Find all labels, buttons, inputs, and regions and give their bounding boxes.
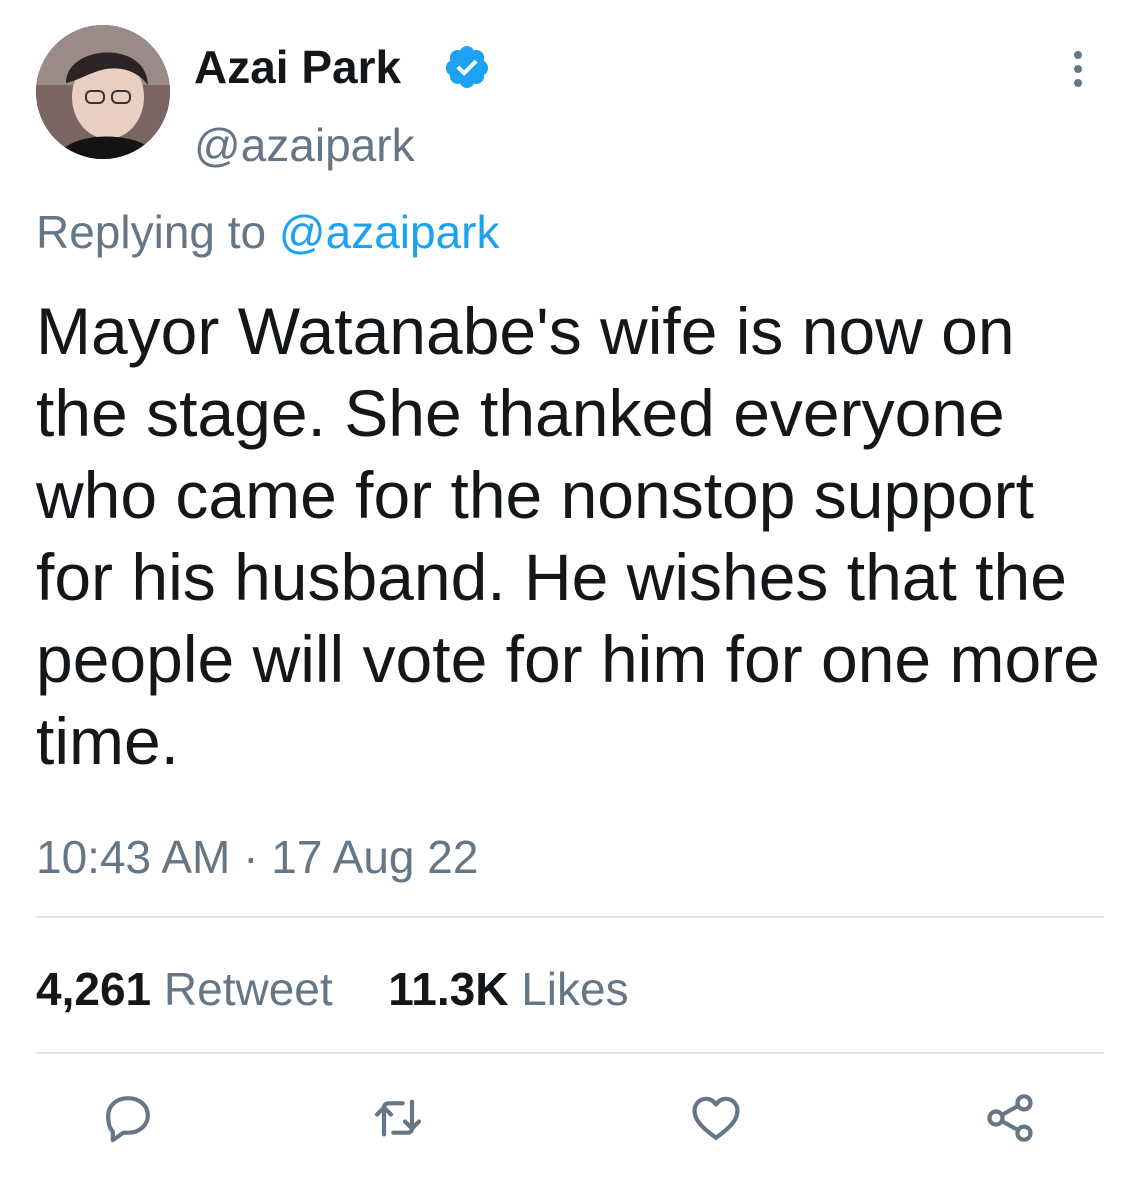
- author-handle[interactable]: @azaipark: [194, 118, 415, 172]
- retweet-icon[interactable]: [370, 1090, 426, 1146]
- divider-bottom: [36, 1052, 1104, 1054]
- replying-to-line: Replying to @azaipark: [36, 205, 500, 259]
- heart-icon[interactable]: [688, 1090, 744, 1146]
- verified-badge-icon: [445, 46, 488, 88]
- author-display-name[interactable]: Azai Park: [194, 40, 401, 94]
- reply-mention-link[interactable]: @azaipark: [279, 206, 500, 258]
- likes-count: 11.3K: [388, 963, 509, 1015]
- tweet-timestamp[interactable]: 10:43 AM · 17 Aug 22: [36, 830, 478, 884]
- share-icon[interactable]: [982, 1090, 1038, 1146]
- more-options-icon[interactable]: [1058, 44, 1098, 94]
- replying-to-label: Replying to: [36, 206, 267, 258]
- likes-label: Likes: [521, 963, 629, 1015]
- tweet-text: Mayor Watanabe's wife is now on the stag…: [36, 294, 1100, 778]
- reply-icon[interactable]: [100, 1090, 156, 1146]
- engagement-stats: 4,261 Retweet 11.3K Likes: [36, 962, 629, 1016]
- retweet-count: 4,261: [36, 963, 152, 1015]
- retweet-stat[interactable]: 4,261 Retweet: [36, 963, 345, 1015]
- divider-top: [36, 916, 1104, 918]
- likes-stat[interactable]: 11.3K Likes: [388, 963, 628, 1015]
- retweet-label: Retweet: [163, 963, 333, 1015]
- avatar[interactable]: [36, 25, 170, 159]
